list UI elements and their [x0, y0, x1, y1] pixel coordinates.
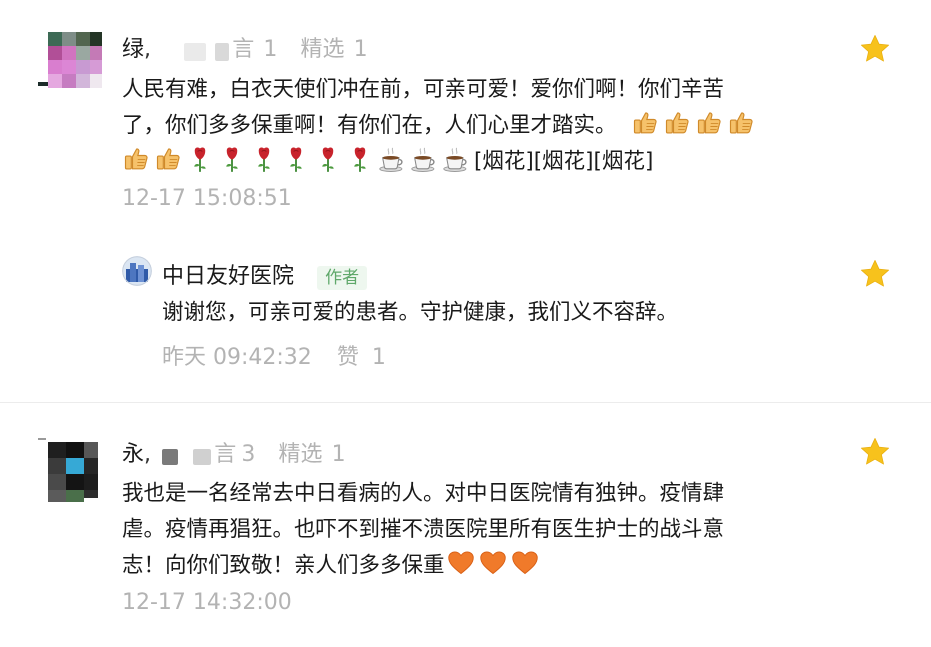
firework-text: [烟花][烟花][烟花] — [474, 149, 654, 174]
comment-header: 绿, 言 1 精选 1 — [122, 37, 368, 62]
comment-timestamp: 12-17 14:32:00 — [122, 590, 292, 615]
thumbs-up-icon — [727, 109, 755, 137]
username-tail: 言 — [232, 37, 255, 62]
rose-icon — [346, 145, 374, 173]
coffee-cup-icon — [378, 145, 406, 173]
like-count: 3 — [241, 442, 256, 467]
orange-heart-icon — [479, 549, 507, 577]
comment-text: 人民有难，白衣天使们冲在前，可亲可爱！爱你们啊！你们辛苦 了，你们多多保重啊！有… — [122, 72, 759, 180]
reply-text: 谢谢您，可亲可爱的患者。守护健康，我们义不容辞。 — [162, 300, 679, 325]
coffee-cup-icon — [410, 145, 438, 173]
username[interactable]: 永 — [122, 442, 144, 467]
rose-icon — [282, 145, 310, 173]
thumbs-up-icon — [122, 145, 150, 173]
coffee-cup-icon — [442, 145, 470, 173]
username-redaction — [162, 448, 179, 465]
username-redaction — [184, 42, 207, 61]
author-badge: 作者 — [317, 266, 368, 290]
avatar[interactable] — [38, 32, 102, 92]
author-name[interactable]: 中日友好医院 — [162, 264, 294, 289]
reply-like-count: 1 — [371, 345, 386, 370]
comment-text-line: [烟花][烟花][烟花] — [122, 144, 759, 180]
rose-icon — [186, 145, 214, 173]
rose-icon — [314, 145, 342, 173]
avatar[interactable] — [38, 438, 102, 502]
comment-divider — [0, 402, 931, 403]
thumbs-up-icon — [154, 145, 182, 173]
comment-text-line: 人民有难，白衣天使们冲在前，可亲可爱！爱你们啊！你们辛苦 — [122, 77, 725, 102]
hospital-logo-icon — [122, 256, 152, 286]
star-icon[interactable] — [859, 258, 891, 290]
orange-heart-icon — [447, 549, 475, 577]
comment-text-line: 志！向你们致敬！亲人们多多保重 — [122, 548, 724, 584]
thumbs-up-icon — [663, 109, 691, 137]
star-icon[interactable] — [859, 33, 891, 65]
reply-timestamp: 昨天 09:42:32 — [162, 345, 312, 370]
comment-text-segment: 志！向你们致敬！亲人们多多保重 — [122, 553, 445, 578]
reply-header: 中日友好医院 作者 — [162, 258, 368, 290]
comment-text: 我也是一名经常去中日看病的人。对中日医院情有独钟。疫情肆 虐。疫情再猖狂。也吓不… — [122, 476, 724, 584]
orange-heart-icon — [511, 549, 539, 577]
author-avatar[interactable] — [122, 256, 152, 286]
thumbs-up-icon — [631, 109, 659, 137]
comment-timestamp: 12-17 15:08:51 — [122, 186, 292, 211]
thumbs-up-icon — [695, 109, 723, 137]
comment-text-line: 我也是一名经常去中日看病的人。对中日医院情有独钟。疫情肆 — [122, 481, 725, 506]
avatar-image — [38, 438, 98, 502]
avatar-image — [38, 32, 102, 88]
rose-icon — [250, 145, 278, 173]
comment-text-segment: 了，你们多多保重啊！有你们在，人们心里才踏实。 — [122, 113, 617, 138]
comment-header: 永, 言 3 精选 1 — [122, 442, 346, 467]
username[interactable]: 绿 — [122, 37, 144, 62]
username-redaction — [215, 42, 230, 61]
reply-like-label: 赞 — [336, 345, 359, 370]
username-tail: 言 — [214, 442, 237, 467]
star-icon[interactable] — [859, 436, 891, 468]
featured-count: 1 — [331, 442, 346, 467]
reply-like-button[interactable]: 赞 1 — [337, 345, 386, 370]
comment-text-line: 了，你们多多保重啊！有你们在，人们心里才踏实。 — [122, 108, 759, 144]
featured-label: 精选 — [278, 442, 323, 467]
rose-icon — [218, 145, 246, 173]
comment-text-line: 虐。疫情再猖狂。也吓不到摧不溃医院里所有医生护士的战斗意 — [122, 517, 725, 542]
featured-label: 精选 — [300, 37, 345, 62]
like-count: 1 — [263, 37, 278, 62]
reply-footer: 昨天 09:42:32 赞 1 — [162, 339, 386, 371]
username-redaction — [193, 448, 212, 465]
featured-count: 1 — [353, 37, 368, 62]
